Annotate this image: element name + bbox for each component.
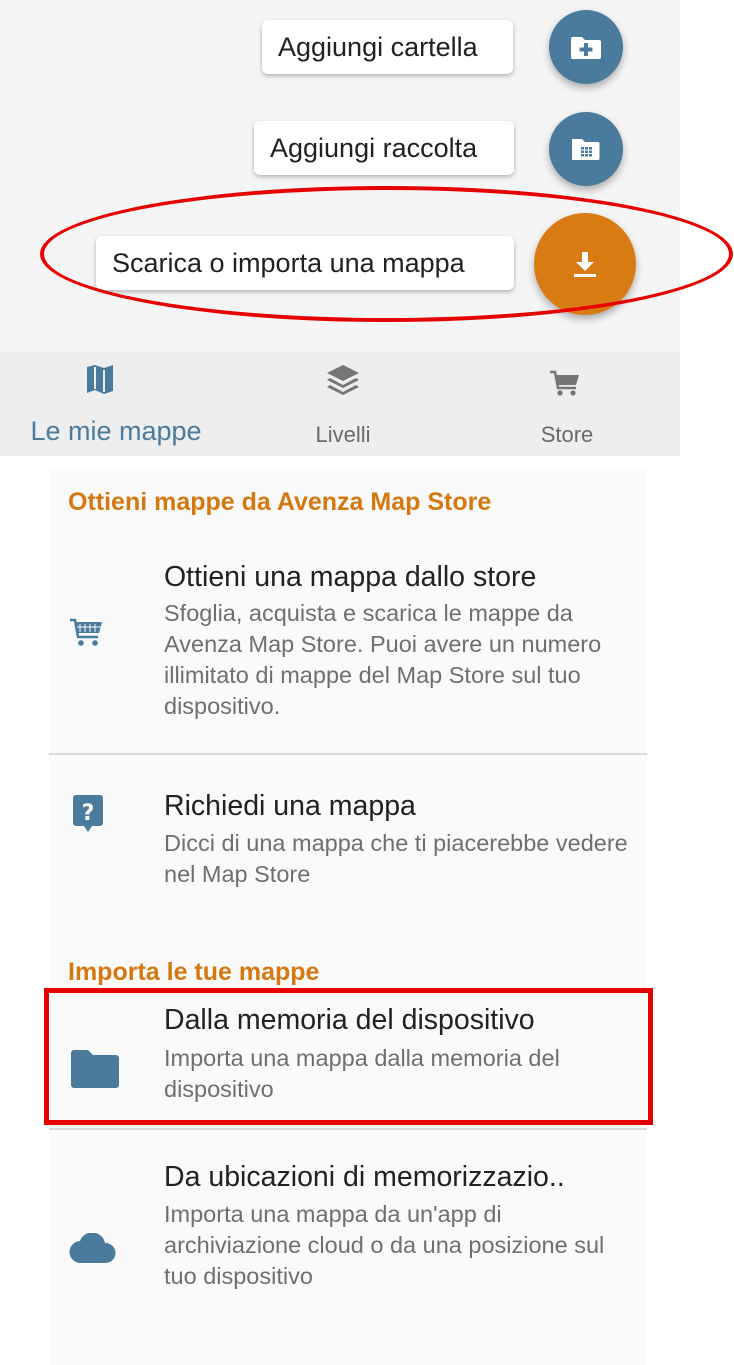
download-import-map-label[interactable]: Scarica o importa una mappa	[96, 236, 514, 290]
tab-layers-label: Livelli	[315, 422, 371, 447]
get-map-from-store-description: Sfoglia, acquista e scarica le mappe da …	[164, 600, 602, 719]
request-map-description: Dicci di una mappa che ti piacerebbe ved…	[164, 830, 628, 887]
folder-icon	[71, 1050, 119, 1088]
list-item-from-storage-locations[interactable]: Da ubicazioni di memorizzazio.. Importa …	[49, 1153, 647, 1303]
tab-layers[interactable]: Livelli	[232, 352, 454, 456]
tab-my-maps-label: Le mie mappe	[30, 416, 202, 446]
divider	[49, 753, 647, 755]
tab-my-maps[interactable]: Le mie mappe	[0, 352, 232, 456]
tab-store-label: Store	[540, 422, 594, 447]
map-icon	[87, 365, 113, 394]
list-item-from-device-storage[interactable]: Dalla memoria del dispositivo Importa un…	[49, 996, 647, 1116]
cart-icon	[550, 370, 579, 396]
download-icon	[574, 252, 596, 277]
store-section-header: Ottieni mappe da Avenza Map Store	[68, 488, 492, 516]
download-import-map-button[interactable]	[534, 213, 636, 315]
get-map-from-store-title: Ottieni una mappa dallo store	[164, 561, 537, 593]
divider	[49, 1128, 647, 1130]
fab-menu: Aggiungi cartella Aggiungi raccolta Scar…	[0, 0, 680, 352]
add-collection-label[interactable]: Aggiungi raccolta	[254, 121, 514, 175]
get-maps-list: Ottieni mappe da Avenza Map Store Ottien…	[49, 468, 647, 1365]
cloud-icon	[69, 1233, 116, 1263]
from-storage-locations-title: Da ubicazioni di memorizzazio..	[164, 1161, 565, 1193]
cart-icon	[70, 618, 102, 646]
collection-icon	[572, 139, 600, 160]
add-collection-button[interactable]	[549, 112, 623, 186]
add-folder-icon	[571, 37, 601, 59]
import-section-header: Importa le tue mappe	[68, 958, 320, 986]
tab-store[interactable]: Store	[454, 352, 680, 456]
list-item-get-map-from-store[interactable]: Ottieni una mappa dallo store Sfoglia, a…	[49, 556, 647, 746]
add-folder-label[interactable]: Aggiungi cartella	[262, 20, 513, 74]
bottom-tab-bar: Le mie mappe Livelli Store	[0, 352, 680, 456]
question-icon: ?	[73, 795, 103, 832]
layers-icon	[327, 365, 359, 395]
from-storage-locations-description: Importa una mappa da un'app di archiviaz…	[164, 1201, 605, 1289]
add-folder-button[interactable]	[549, 10, 623, 84]
from-device-storage-title: Dalla memoria del dispositivo	[164, 1004, 535, 1036]
from-device-storage-description: Importa una mappa dalla memoria del disp…	[164, 1045, 560, 1102]
svg-text:?: ?	[82, 801, 95, 826]
request-map-title: Richiedi una mappa	[164, 790, 416, 822]
list-item-request-map[interactable]: ? Richiedi una mappa Dicci di una mappa …	[49, 778, 647, 898]
